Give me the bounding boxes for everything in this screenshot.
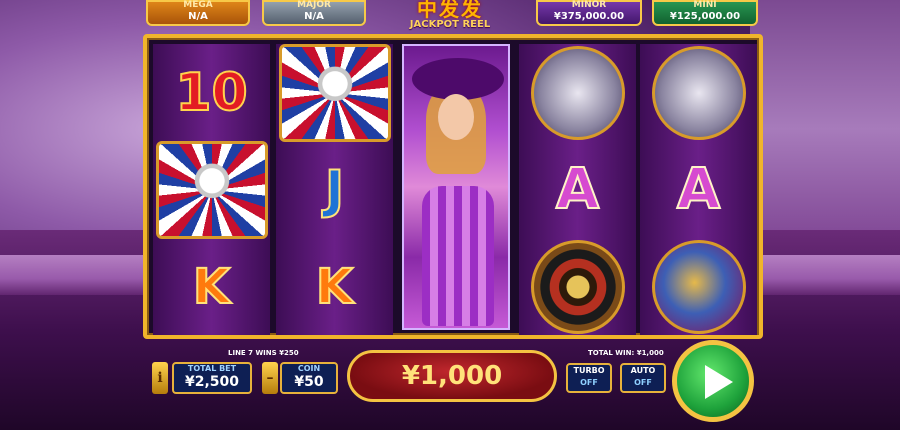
coin-box[interactable]: COIN ¥50 — [280, 362, 338, 394]
symbol-ten-label: 10 — [174, 62, 248, 123]
jackpot-mega: MEGA N/A — [146, 0, 250, 26]
symbol-roulette — [519, 238, 636, 335]
reel-1: 10 K — [153, 44, 270, 335]
logo-title: 中发发 — [417, 0, 483, 21]
jackpot-mini: MINI ¥125,000.00 — [652, 0, 758, 26]
symbol-lady-expanded — [402, 44, 510, 330]
symbol-shield — [276, 43, 393, 142]
jackpot-minor: MINOR ¥375,000.00 — [536, 0, 642, 26]
line-wins-text: LINE 7 WINS ¥250 — [228, 349, 299, 357]
symbol-a-label: A — [555, 156, 600, 222]
symbol-cards — [519, 44, 636, 141]
play-icon — [705, 365, 733, 399]
turbo-toggle[interactable]: TURBO OFF — [566, 363, 612, 393]
dice-icon — [651, 239, 746, 334]
symbol-cards — [640, 44, 757, 141]
symbol-k: K — [153, 238, 270, 335]
jackpot-minor-name: MINOR — [571, 0, 607, 10]
reel-2: J K — [276, 43, 393, 335]
reel-5: A — [640, 44, 757, 335]
game-logo: 中发发 JACKPOT REEL — [375, 0, 525, 36]
jackpot-mega-value: N/A — [188, 11, 208, 22]
total-win-text: TOTAL WIN: ¥1,000 — [588, 349, 664, 357]
shield-icon — [278, 43, 391, 142]
coin-label: COIN — [297, 364, 321, 373]
logo-subtitle: JACKPOT REEL — [409, 19, 491, 30]
symbol-j: J — [276, 141, 393, 238]
turbo-label: TURBO — [573, 366, 605, 375]
symbol-dice — [640, 238, 757, 335]
coin-value: ¥50 — [294, 374, 324, 390]
symbol-k: K — [276, 238, 393, 335]
jackpot-minor-value: ¥375,000.00 — [553, 11, 625, 22]
playing-cards-icon — [651, 45, 746, 140]
symbol-k-label: K — [192, 258, 231, 315]
coin-decrease-button[interactable]: – — [262, 362, 278, 394]
auto-toggle[interactable]: AUTO OFF — [620, 363, 666, 393]
spin-button[interactable] — [672, 340, 754, 422]
symbol-ten: 10 — [153, 44, 270, 141]
info-button[interactable]: i — [152, 362, 168, 394]
lady-dress — [422, 186, 494, 326]
jackpot-mega-name: MEGA — [183, 0, 213, 10]
symbol-k-label: K — [315, 258, 354, 315]
total-bet-box[interactable]: TOTAL BET ¥2,500 — [172, 362, 252, 394]
total-bet-value: ¥2,500 — [184, 374, 240, 390]
jackpot-mini-name: MINI — [693, 0, 717, 10]
total-bet-label: TOTAL BET — [187, 364, 237, 373]
symbol-a-label: A — [676, 156, 721, 222]
symbol-shield — [153, 140, 270, 239]
reel-frame: 10 K J K A A — [143, 34, 763, 339]
jackpot-mini-value: ¥125,000.00 — [669, 11, 741, 22]
roulette-wheel-icon — [530, 239, 625, 334]
lady-face — [438, 94, 474, 140]
jackpot-major-name: MAJOR — [297, 0, 331, 10]
jackpot-major-value: N/A — [304, 11, 324, 22]
symbol-a: A — [519, 141, 636, 238]
jackpot-major: MAJOR N/A — [262, 0, 366, 26]
playing-cards-icon — [530, 45, 625, 140]
win-amount-display: ¥1,000 — [347, 350, 557, 402]
symbol-a: A — [640, 141, 757, 238]
symbol-j-label: J — [324, 159, 345, 220]
reel-4: A — [519, 44, 636, 335]
shield-icon — [155, 140, 268, 239]
auto-label: AUTO — [630, 366, 656, 375]
auto-state: OFF — [634, 378, 652, 387]
turbo-state: OFF — [580, 378, 598, 387]
